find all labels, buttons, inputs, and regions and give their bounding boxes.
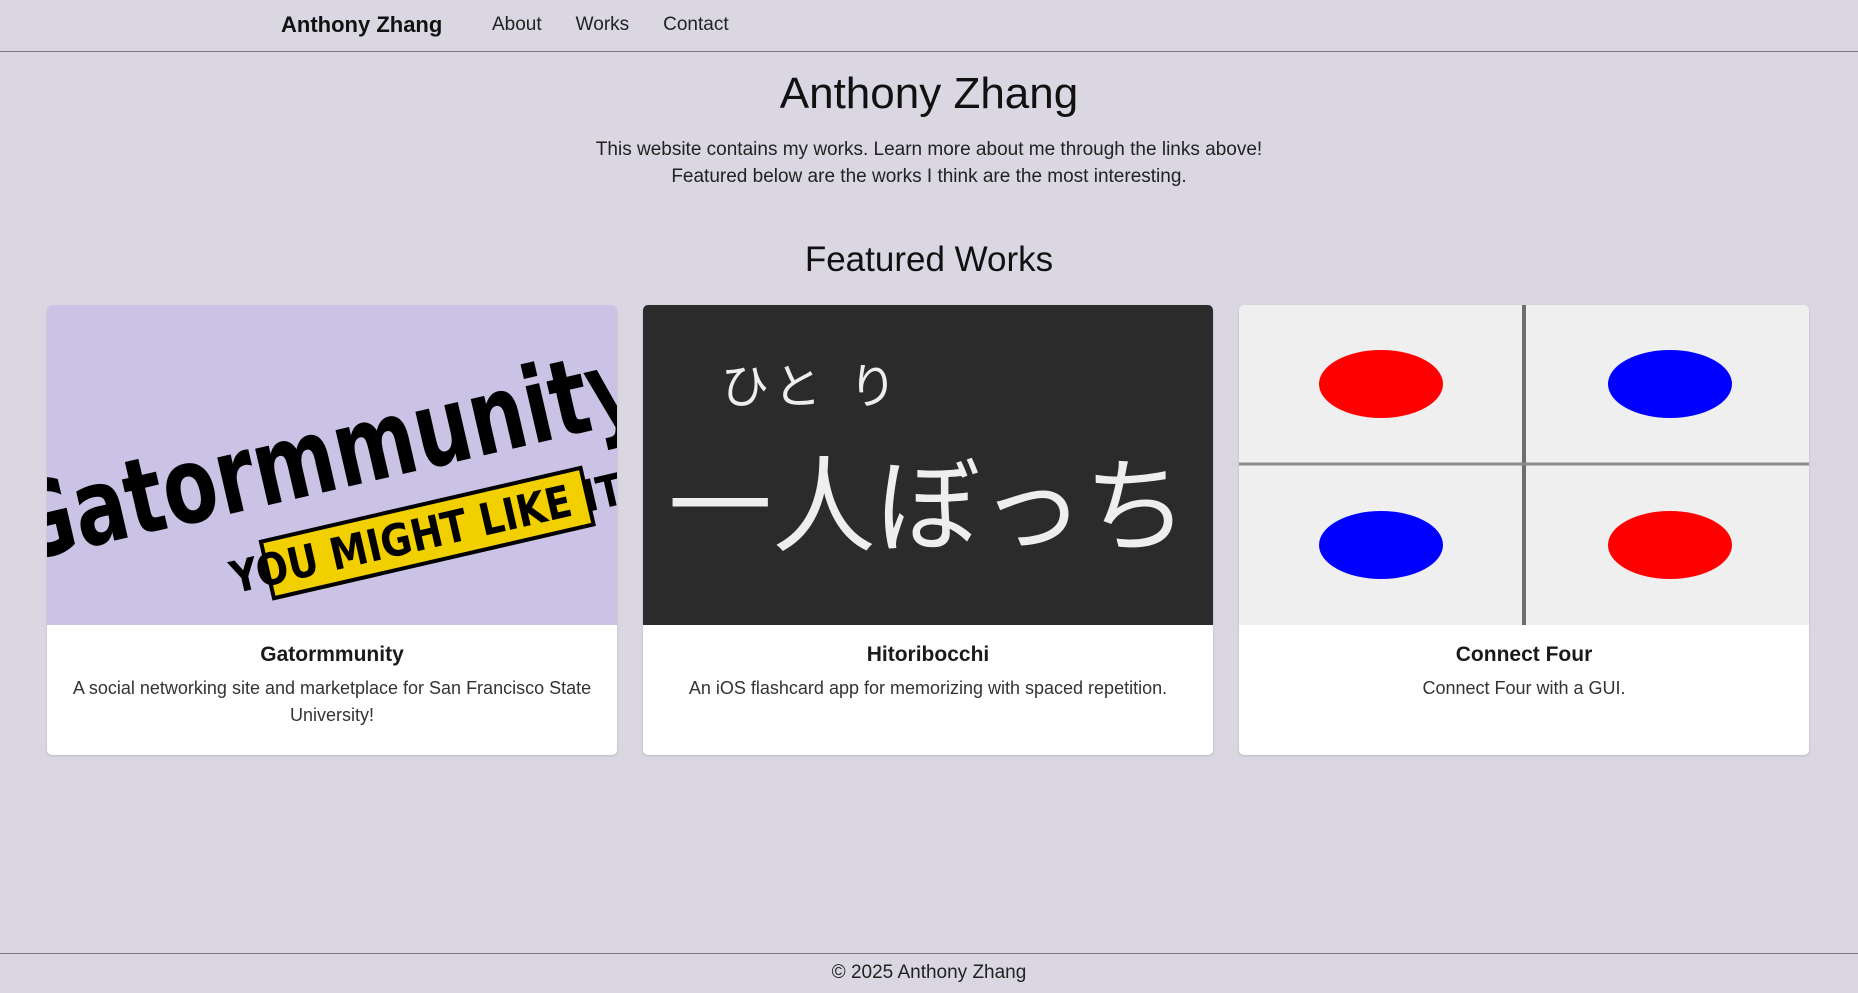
blue-piece xyxy=(1319,511,1443,579)
furigana-text: ひと り xyxy=(721,359,903,415)
card-title: Connect Four xyxy=(1455,643,1593,666)
card-connect-four[interactable]: Connect Four Connect Four with a GUI. xyxy=(1239,305,1809,755)
card-gatormmunity[interactable]: Gatormmunity YOU MIGHT LIKE IT Gatormmun… xyxy=(47,305,617,755)
red-piece xyxy=(1319,350,1443,418)
nav-links: About Works Contact xyxy=(492,14,763,36)
gatormmunity-image: Gatormmunity YOU MIGHT LIKE IT xyxy=(47,305,617,625)
card-body: Connect Four Connect Four with a GUI. xyxy=(1239,625,1809,702)
nav-link-about[interactable]: About xyxy=(492,14,542,36)
card-body: Hitoribocchi An iOS flashcard app for me… xyxy=(643,625,1213,702)
card-description: Connect Four with a GUI. xyxy=(1422,678,1626,698)
intro-line-2: Featured below are the works I think are… xyxy=(671,166,1187,187)
card-title: Hitoribocchi xyxy=(866,643,990,666)
connect-four-image xyxy=(1239,305,1809,625)
brand-link[interactable]: Anthony Zhang xyxy=(281,12,442,38)
intro-line-1: This website contains my works. Learn mo… xyxy=(595,139,1263,160)
hero: Anthony Zhang This website contains my w… xyxy=(0,66,1858,190)
footer: © 2025 Anthony Zhang xyxy=(0,953,1858,993)
nav-link-contact[interactable]: Contact xyxy=(663,14,728,36)
page-title: Anthony Zhang xyxy=(779,69,1079,118)
card-description: An iOS flashcard app for memorizing with… xyxy=(688,678,1168,698)
kanji-text: 一人ぼっち xyxy=(668,446,1188,568)
blue-piece xyxy=(1608,350,1732,418)
card-hitoribocchi[interactable]: ひと り 一人ぼっち Hitoribocchi An iOS flashcard… xyxy=(643,305,1213,755)
red-piece xyxy=(1608,511,1732,579)
nav-link-works[interactable]: Works xyxy=(576,14,629,36)
featured-works-cards: Gatormmunity YOU MIGHT LIKE IT Gatormmun… xyxy=(47,305,1811,755)
card-title: Gatormmunity xyxy=(260,643,404,666)
card-description: A social networking site and marketplace… xyxy=(72,678,592,725)
card-body: Gatormmunity A social networking site an… xyxy=(47,625,617,729)
intro-text: This website contains my works. Learn mo… xyxy=(0,136,1858,190)
navbar: Anthony Zhang About Works Contact xyxy=(0,0,1858,52)
featured-works-heading: Featured Works xyxy=(804,240,1054,279)
hitoribocchi-image: ひと り 一人ぼっち xyxy=(643,305,1213,625)
